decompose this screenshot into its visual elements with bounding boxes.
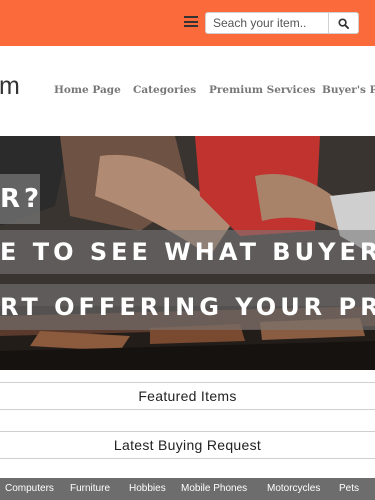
hero-banner: R? E TO SEE WHAT BUYERS ARE L RT OFFERIN… bbox=[0, 136, 375, 370]
nav-home[interactable]: Home Page bbox=[54, 84, 121, 96]
search-icon bbox=[338, 17, 349, 29]
category-pets[interactable]: Pets bbox=[339, 483, 359, 494]
hero-text-line-1: R? bbox=[0, 174, 40, 224]
nav-buyers-page[interactable]: Buyer's Pa bbox=[322, 84, 375, 96]
nav-categories[interactable]: Categories bbox=[133, 84, 196, 96]
search-button[interactable] bbox=[329, 12, 359, 34]
top-bar bbox=[0, 0, 375, 46]
latest-buying-request-header[interactable]: Latest Buying Request bbox=[0, 431, 375, 459]
site-logo[interactable]: m bbox=[0, 74, 20, 99]
category-mobile-phones[interactable]: Mobile Phones bbox=[181, 483, 247, 494]
featured-items-header[interactable]: Featured Items bbox=[0, 382, 375, 410]
category-hobbies[interactable]: Hobbies bbox=[129, 483, 166, 494]
hamburger-menu-icon[interactable] bbox=[184, 16, 198, 27]
category-computers[interactable]: Computers bbox=[5, 483, 54, 494]
category-bar: Computers Furniture Hobbies Mobile Phone… bbox=[0, 478, 375, 500]
category-motorcycles[interactable]: Motorcycles bbox=[267, 483, 320, 494]
hero-text-line-3: RT OFFERING YOUR PRODUCTS bbox=[0, 284, 375, 330]
search-input[interactable] bbox=[205, 12, 329, 34]
category-furniture[interactable]: Furniture bbox=[70, 483, 110, 494]
hero-text-line-2: E TO SEE WHAT BUYERS ARE L bbox=[0, 230, 375, 274]
nav-premium-services[interactable]: Premium Services bbox=[209, 84, 315, 96]
